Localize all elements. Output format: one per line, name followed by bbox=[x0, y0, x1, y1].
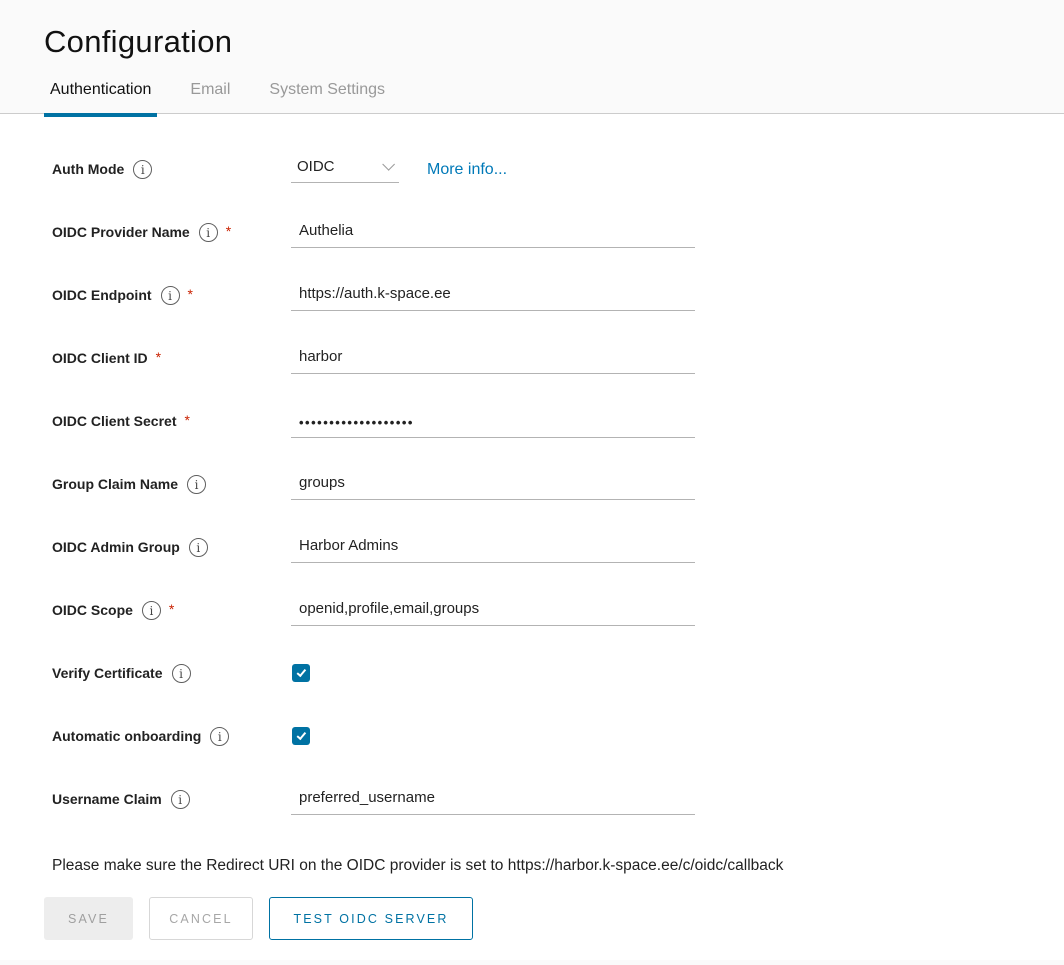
automatic-onboarding-checkbox[interactable] bbox=[292, 727, 310, 745]
chevron-down-icon bbox=[382, 158, 395, 171]
field-label: OIDC Client Secret bbox=[52, 412, 176, 431]
field-label-group: OIDC Scope i * bbox=[52, 601, 291, 620]
field-label: Username Claim bbox=[52, 790, 162, 809]
field-label: Auth Mode bbox=[52, 160, 124, 179]
field-label-group: OIDC Provider Name i * bbox=[52, 223, 291, 242]
field-control: ••••••••••••••••••• bbox=[291, 412, 695, 438]
field-label-group: Verify Certificate i bbox=[52, 664, 291, 683]
field-label-group: Auth Mode i bbox=[52, 160, 291, 179]
oidc-client-secret-input[interactable]: ••••••••••••••••••• bbox=[291, 410, 695, 438]
username-claim-input[interactable]: preferred_username bbox=[291, 788, 695, 815]
required-asterisk: * bbox=[226, 223, 231, 239]
cancel-button[interactable]: CANCEL bbox=[149, 897, 253, 940]
info-icon[interactable]: i bbox=[133, 160, 152, 179]
field-control: openid,profile,email,groups bbox=[291, 601, 695, 626]
field-label: OIDC Admin Group bbox=[52, 538, 180, 557]
required-asterisk: * bbox=[188, 286, 193, 302]
field-row-automatic-onboarding: Automatic onboarding i bbox=[52, 727, 1064, 790]
field-label: OIDC Provider Name bbox=[52, 223, 190, 242]
page-bottom-margin bbox=[0, 960, 1064, 965]
authentication-form: Auth Mode i OIDC More info... OIDC Provi… bbox=[0, 114, 1064, 960]
page-header: Configuration Authentication Email Syste… bbox=[0, 0, 1064, 114]
field-label: OIDC Client ID bbox=[52, 349, 148, 368]
oidc-admin-group-input[interactable]: Harbor Admins bbox=[291, 536, 695, 563]
tab-system-settings[interactable]: System Settings bbox=[263, 81, 391, 113]
field-label-group: OIDC Endpoint i * bbox=[52, 286, 291, 305]
field-label: Automatic onboarding bbox=[52, 727, 201, 746]
field-control: harbor bbox=[291, 349, 695, 374]
field-row-oidc-client-id: OIDC Client ID * harbor bbox=[52, 349, 1064, 412]
field-label: OIDC Endpoint bbox=[52, 286, 152, 305]
field-label: OIDC Scope bbox=[52, 601, 133, 620]
field-control: OIDC More info... bbox=[291, 160, 507, 183]
field-label-group: OIDC Client Secret * bbox=[52, 412, 291, 431]
field-label: Verify Certificate bbox=[52, 664, 163, 683]
tab-bar: Authentication Email System Settings bbox=[44, 81, 1064, 113]
checkmark-icon bbox=[296, 730, 306, 740]
field-label: Group Claim Name bbox=[52, 475, 178, 494]
verify-certificate-checkbox[interactable] bbox=[292, 664, 310, 682]
page-title: Configuration bbox=[44, 24, 1064, 60]
tab-email[interactable]: Email bbox=[184, 81, 236, 113]
field-control: Authelia bbox=[291, 223, 695, 248]
field-row-oidc-provider-name: OIDC Provider Name i * Authelia bbox=[52, 223, 1064, 286]
field-control: https://auth.k-space.ee bbox=[291, 286, 695, 311]
info-icon[interactable]: i bbox=[161, 286, 180, 305]
info-icon[interactable]: i bbox=[142, 601, 161, 620]
info-icon[interactable]: i bbox=[210, 727, 229, 746]
field-control bbox=[291, 664, 310, 682]
info-icon[interactable]: i bbox=[187, 475, 206, 494]
save-button[interactable]: SAVE bbox=[44, 897, 133, 940]
field-row-oidc-admin-group: OIDC Admin Group i Harbor Admins bbox=[52, 538, 1064, 601]
field-row-oidc-endpoint: OIDC Endpoint i * https://auth.k-space.e… bbox=[52, 286, 1064, 349]
more-info-link[interactable]: More info... bbox=[427, 160, 507, 179]
oidc-provider-name-input[interactable]: Authelia bbox=[291, 221, 695, 248]
auth-mode-selected-value: OIDC bbox=[297, 158, 335, 175]
field-row-username-claim: Username Claim i preferred_username bbox=[52, 790, 1064, 853]
field-control bbox=[291, 727, 310, 745]
tab-authentication[interactable]: Authentication bbox=[44, 81, 157, 113]
redirect-uri-note: Please make sure the Redirect URI on the… bbox=[52, 856, 1064, 876]
info-icon[interactable]: i bbox=[171, 790, 190, 809]
required-asterisk: * bbox=[156, 349, 161, 365]
field-row-oidc-scope: OIDC Scope i * openid,profile,email,grou… bbox=[52, 601, 1064, 664]
required-asterisk: * bbox=[169, 601, 174, 617]
test-oidc-server-button[interactable]: TEST OIDC SERVER bbox=[269, 897, 473, 940]
oidc-client-id-input[interactable]: harbor bbox=[291, 347, 695, 374]
field-row-auth-mode: Auth Mode i OIDC More info... bbox=[52, 160, 1064, 223]
field-row-group-claim-name: Group Claim Name i groups bbox=[52, 475, 1064, 538]
field-label-group: Group Claim Name i bbox=[52, 475, 291, 494]
field-label-group: OIDC Client ID * bbox=[52, 349, 291, 368]
info-icon[interactable]: i bbox=[199, 223, 218, 242]
field-control: groups bbox=[291, 475, 695, 500]
info-icon[interactable]: i bbox=[189, 538, 208, 557]
field-label-group: Automatic onboarding i bbox=[52, 727, 291, 746]
field-label-group: OIDC Admin Group i bbox=[52, 538, 291, 557]
info-icon[interactable]: i bbox=[172, 664, 191, 683]
oidc-endpoint-input[interactable]: https://auth.k-space.ee bbox=[291, 284, 695, 311]
field-row-verify-certificate: Verify Certificate i bbox=[52, 664, 1064, 727]
required-asterisk: * bbox=[184, 412, 189, 428]
checkmark-icon bbox=[296, 667, 306, 677]
field-control: preferred_username bbox=[291, 790, 695, 815]
field-control: Harbor Admins bbox=[291, 538, 695, 563]
field-row-oidc-client-secret: OIDC Client Secret * ••••••••••••••••••• bbox=[52, 412, 1064, 475]
oidc-scope-input[interactable]: openid,profile,email,groups bbox=[291, 599, 695, 626]
auth-mode-select[interactable]: OIDC bbox=[291, 158, 399, 183]
form-actions: SAVE CANCEL TEST OIDC SERVER bbox=[44, 897, 1064, 940]
group-claim-name-input[interactable]: groups bbox=[291, 473, 695, 500]
field-label-group: Username Claim i bbox=[52, 790, 291, 809]
